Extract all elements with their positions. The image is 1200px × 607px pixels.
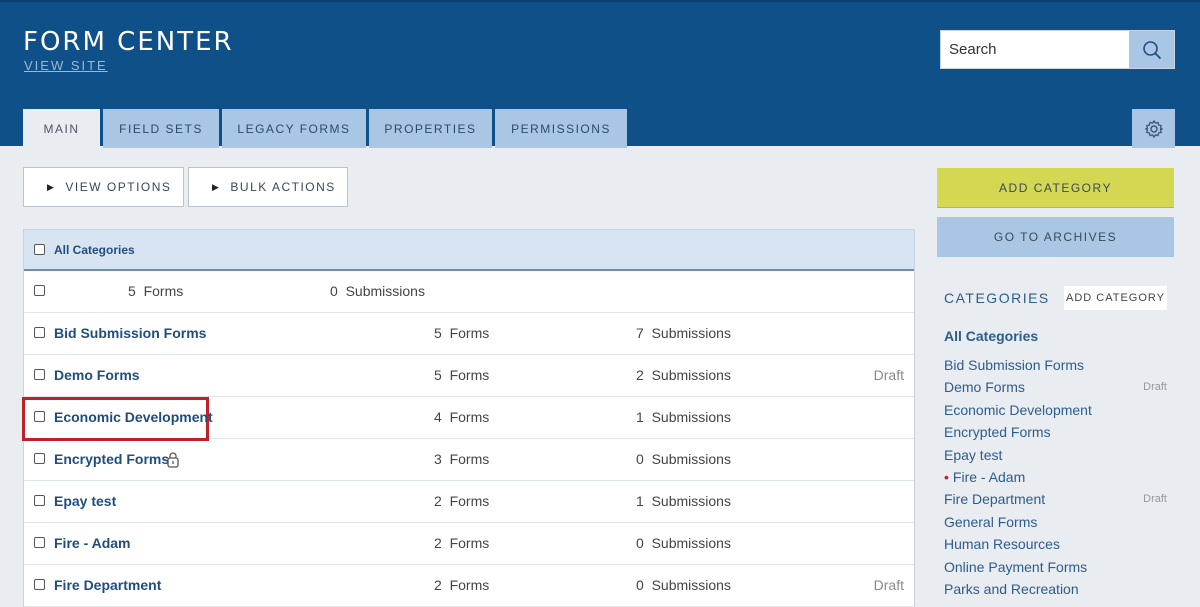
gear-icon [1144,119,1163,138]
row-checkbox[interactable] [34,579,45,590]
settings-button[interactable] [1132,109,1175,148]
forms-count: 2 Forms [434,535,490,551]
row-checkbox[interactable] [34,285,45,296]
status-badge: Draft [1143,381,1167,394]
sidebar-item-parks-and-recreation[interactable]: Parks and Recreation [944,578,1169,600]
table-row: Economic Development 4 Forms 1 Submissio… [22,397,914,441]
sidebar-item-bid-submission-forms[interactable]: Bid Submission Forms [944,354,1169,376]
categories-table: All Categories 5 Forms 0 Submissions Bid… [22,229,915,607]
row-checkbox[interactable] [34,537,45,548]
search-box [940,30,1175,69]
sidebar-item-demo-forms[interactable]: Demo Forms Draft [944,376,1169,398]
row-checkbox[interactable] [34,369,45,380]
forms-count: 2 Forms [434,577,490,593]
row-checkbox[interactable] [34,453,45,464]
sidebar-item-all-categories[interactable]: All Categories [944,327,1169,354]
status-badge: Draft [873,367,904,383]
table-row: Fire - Adam 2 Forms 0 Submissions [24,523,914,565]
app-header: FORM CENTER VIEW SITE MAIN FIELD SETS LE… [0,0,1200,148]
search-icon [1142,40,1161,59]
category-name-link[interactable]: Fire Department [54,577,161,593]
sidebar-item-fire-adam[interactable]: • Fire - Adam [944,466,1169,488]
tab-permissions[interactable]: PERMISSIONS [495,109,627,148]
sidebar-item-human-resources[interactable]: Human Resources [944,533,1169,555]
forms-count: 5 Forms [128,283,184,299]
submissions-count: 2 Submissions [636,367,731,383]
submissions-count: 0 Submissions [636,451,731,467]
sidebar-item-economic-development[interactable]: Economic Development [944,399,1169,421]
lock-icon [167,452,179,468]
row-checkbox[interactable] [34,411,45,422]
bulk-actions-button[interactable]: ▶ BULK ACTIONS [188,167,348,207]
play-triangle-icon: ▶ [212,181,221,192]
category-name-link[interactable]: Bid Submission Forms [54,325,206,341]
row-checkbox[interactable] [34,327,45,338]
all-categories-header[interactable]: All Categories [54,243,135,257]
submissions-count: 1 Submissions [636,493,731,509]
tab-main[interactable]: MAIN [23,109,100,148]
submissions-count: 1 Submissions [636,409,731,425]
tab-field-sets[interactable]: FIELD SETS [103,109,219,148]
category-name-link[interactable]: Demo Forms [54,367,140,383]
go-to-archives-button[interactable]: GO TO ARCHIVES [937,217,1174,257]
search-button[interactable] [1129,31,1174,68]
sidebar-add-category-button[interactable]: ADD CATEGORY [1064,286,1167,310]
view-options-label: VIEW OPTIONS [65,180,172,194]
bulk-actions-label: BULK ACTIONS [230,180,336,194]
sidebar-item-general-forms[interactable]: General Forms [944,511,1169,533]
summary-row: 5 Forms 0 Submissions [24,271,914,313]
table-row: Encrypted Forms 3 Forms 0 Submissions [24,439,914,481]
sidebar-item-epay-test[interactable]: Epay test [944,444,1169,466]
table-row: Demo Forms 5 Forms 2 Submissions Draft [24,355,914,397]
category-name-link[interactable]: Epay test [54,493,116,509]
bullet-dot-icon: • [944,468,949,485]
category-name-link[interactable]: Fire - Adam [54,535,131,551]
forms-count: 5 Forms [434,325,490,341]
play-triangle-icon: ▶ [47,181,56,192]
table-header: All Categories [24,230,914,271]
forms-count: 3 Forms [434,451,490,467]
forms-count: 2 Forms [434,493,490,509]
submissions-count: 0 Submissions [636,577,731,593]
row-checkbox[interactable] [34,495,45,506]
status-badge: Draft [1143,493,1167,506]
add-category-button[interactable]: ADD CATEGORY [937,168,1174,208]
submissions-count: 7 Submissions [636,325,731,341]
table-row: Bid Submission Forms 5 Forms 7 Submissio… [24,313,914,355]
submissions-count: 0 Submissions [636,535,731,551]
table-row: Fire Department 2 Forms 0 Submissions Dr… [24,565,914,607]
tab-properties[interactable]: PROPERTIES [369,109,492,148]
category-name-link[interactable]: Economic Development [54,409,213,425]
view-site-link[interactable]: VIEW SITE [24,58,108,73]
view-options-button[interactable]: ▶ VIEW OPTIONS [23,167,184,207]
tab-legacy-forms[interactable]: LEGACY FORMS [222,109,366,148]
forms-count: 5 Forms [434,367,490,383]
categories-list: All Categories Bid Submission Forms Demo… [944,327,1169,600]
select-all-checkbox[interactable] [34,244,45,255]
categories-title: CATEGORIES [944,290,1050,306]
sidebar-item-fire-department[interactable]: Fire Department Draft [944,488,1169,510]
app-title: FORM CENTER [23,27,234,57]
search-input[interactable] [941,31,1130,68]
sidebar-item-encrypted-forms[interactable]: Encrypted Forms [944,421,1169,443]
category-name-link[interactable]: Encrypted Forms [54,451,169,467]
table-row: Epay test 2 Forms 1 Submissions [24,481,914,523]
status-badge: Draft [873,577,904,593]
forms-count: 4 Forms [434,409,490,425]
submissions-count: 0 Submissions [330,283,425,299]
sidebar-item-online-payment-forms[interactable]: Online Payment Forms [944,556,1169,578]
